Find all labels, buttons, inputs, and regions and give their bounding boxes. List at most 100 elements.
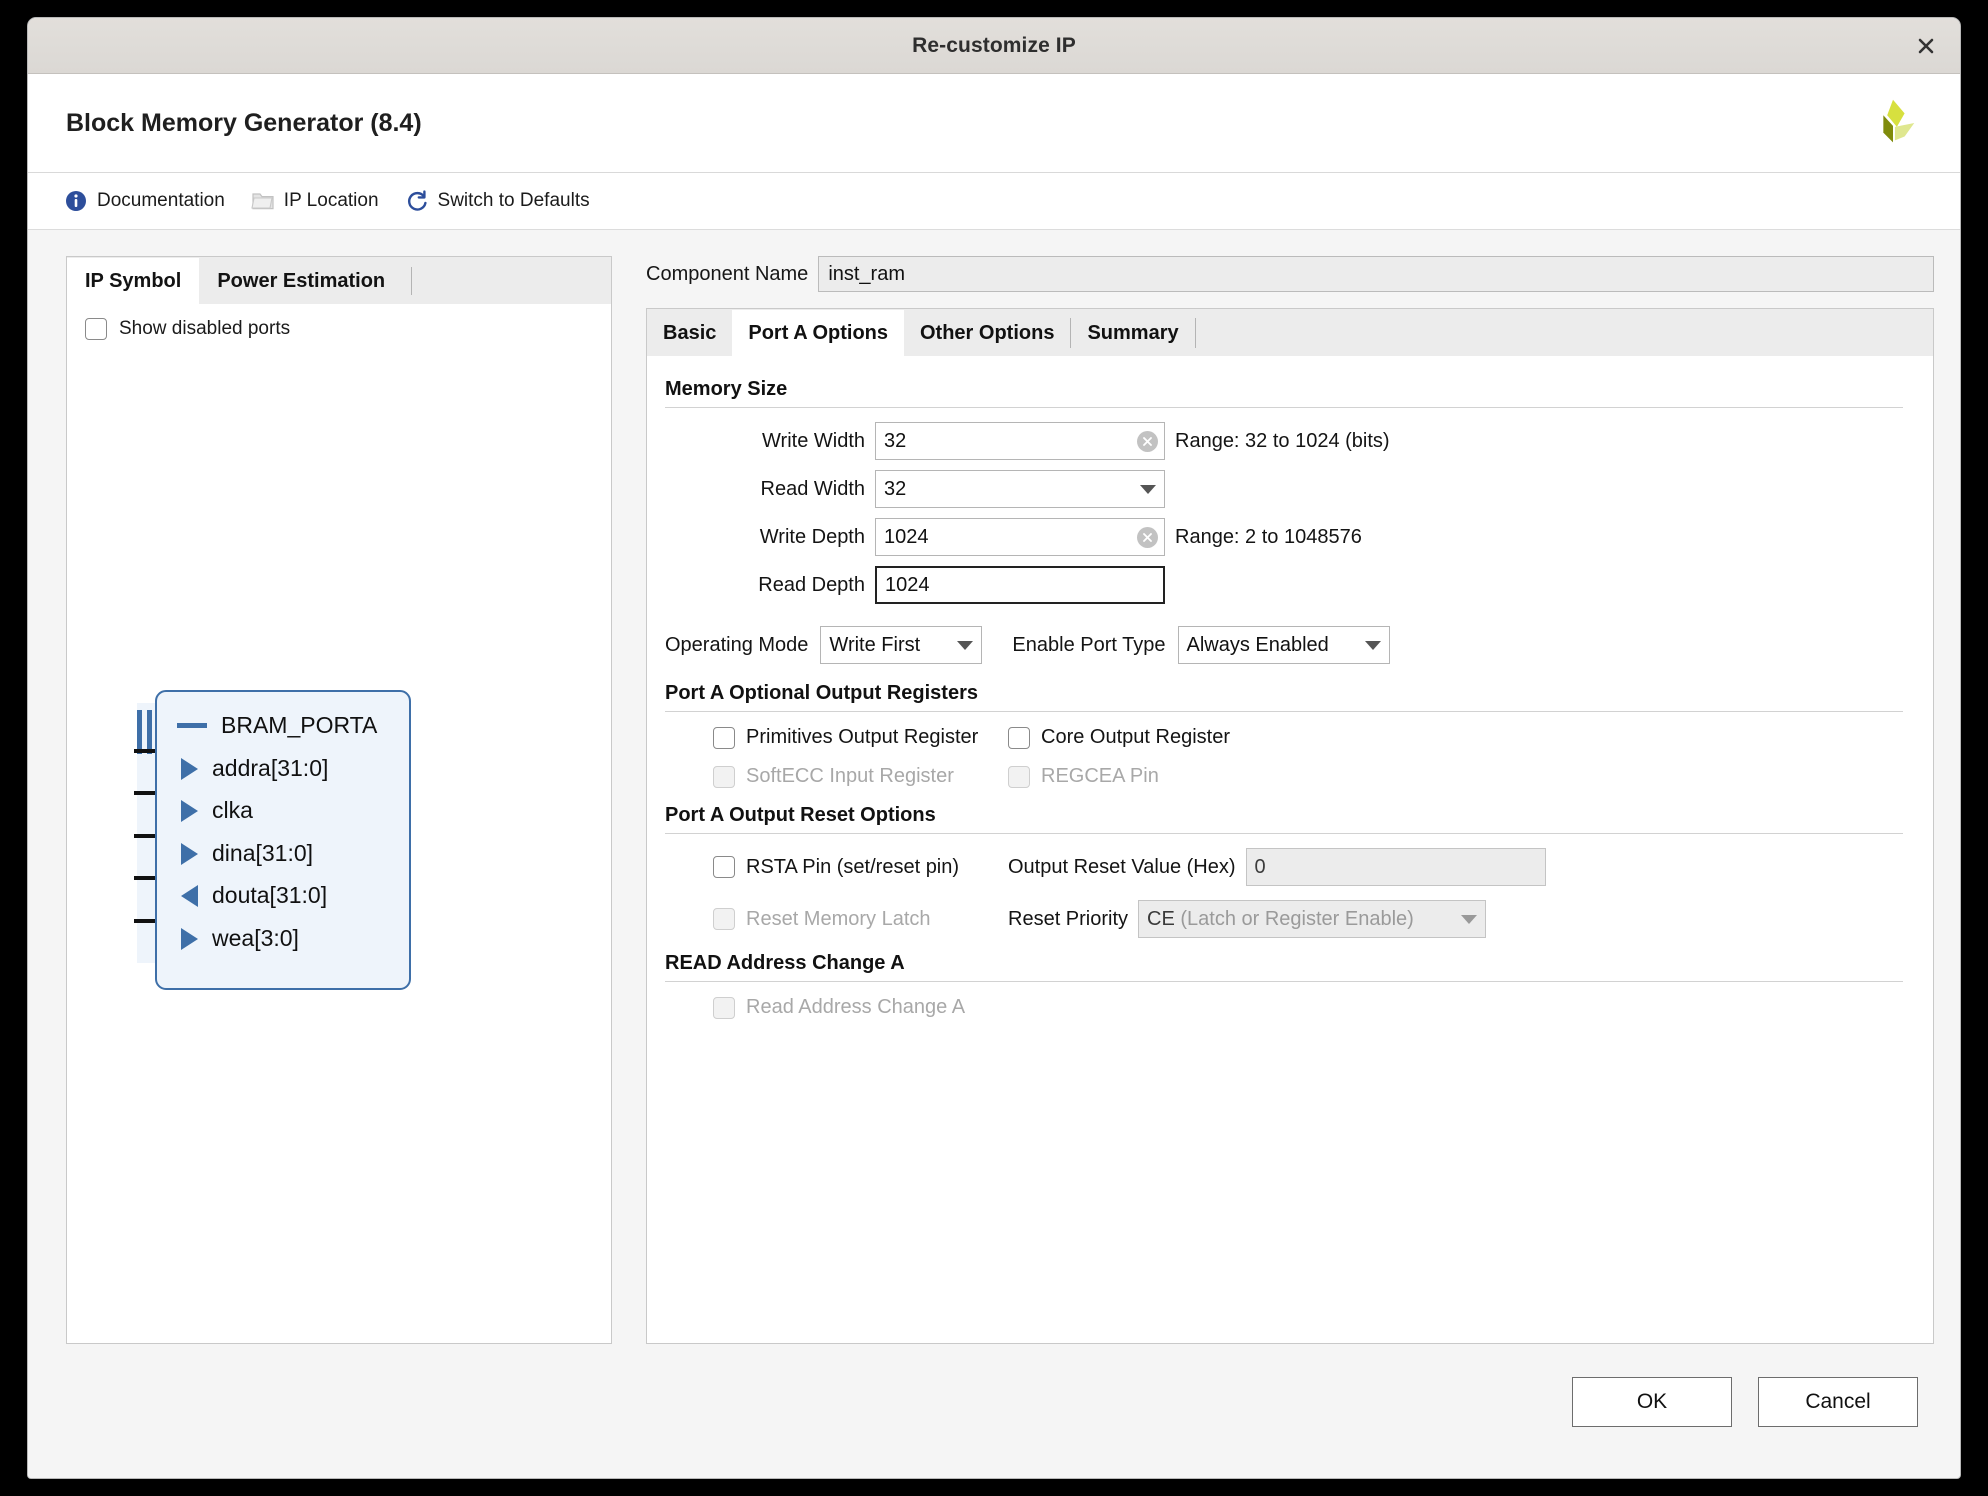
enable-port-type-select[interactable]: Always Enabled — [1177, 626, 1390, 664]
tab-basic-label: Basic — [663, 321, 717, 344]
output-reset-value: 0 — [1254, 855, 1266, 878]
output-registers-section: Port A Optional Output Registers Primiti… — [665, 682, 1903, 788]
tab-summary[interactable]: Summary — [1071, 310, 1194, 356]
clear-field-icon[interactable] — [1137, 430, 1158, 452]
primitives-output-register-item[interactable]: Primitives Output Register — [713, 726, 1008, 749]
component-name-input[interactable]: inst_ram — [818, 256, 1934, 292]
tab-other-options[interactable]: Other Options — [904, 310, 1070, 356]
softecc-input-register-label: SoftECC Input Register — [746, 765, 954, 787]
tab-power-estimation[interactable]: Power Estimation — [199, 258, 403, 304]
output-arrow-icon — [181, 884, 198, 907]
tab-power-estimation-label: Power Estimation — [217, 269, 386, 292]
clear-field-icon[interactable] — [1137, 526, 1158, 548]
read-address-change-item: Read Address Change A — [713, 996, 965, 1019]
port-label: clka — [212, 797, 253, 823]
reset-priority-value: CE (Latch or Register Enable) — [1147, 908, 1461, 931]
tabstrip-divider — [411, 267, 413, 295]
port-label: wea[3:0] — [212, 925, 299, 951]
read-depth-value: 1024 — [885, 573, 930, 596]
write-depth-value: 1024 — [884, 525, 929, 548]
primitives-output-register-checkbox[interactable] — [713, 726, 735, 749]
folder-glyph — [251, 193, 274, 210]
reset-priority-value-rest: (Latch or Register Enable) — [1174, 907, 1414, 930]
reset-memory-latch-label: Reset Memory Latch — [746, 907, 931, 930]
chevron-down-icon — [1461, 914, 1478, 924]
port-label: douta[31:0] — [212, 882, 328, 908]
port-row: dina[31:0] — [181, 840, 313, 867]
rsta-pin-checkbox[interactable] — [713, 856, 735, 878]
close-icon[interactable] — [1909, 29, 1943, 63]
softecc-input-register-checkbox — [713, 765, 735, 788]
section-divider — [665, 407, 1903, 408]
output-reset-section: Port A Output Reset Options RSTA Pin (se… — [665, 804, 1903, 938]
rsta-pin-item[interactable]: RSTA Pin (set/reset pin) — [713, 856, 1008, 879]
regcea-pin-checkbox — [1008, 765, 1030, 788]
enable-port-type-label: Enable Port Type — [1012, 633, 1166, 656]
tabstrip-divider — [1194, 318, 1196, 348]
write-width-input[interactable]: 32 — [875, 422, 1165, 460]
ok-button[interactable]: OK — [1572, 1377, 1732, 1427]
close-glyph — [1918, 38, 1934, 53]
input-arrow-icon — [181, 927, 198, 950]
cancel-button-label: Cancel — [1805, 1390, 1871, 1413]
operating-mode-select[interactable]: Write First — [820, 626, 983, 664]
info-icon — [64, 189, 88, 213]
rsta-pin-label: RSTA Pin (set/reset pin) — [746, 855, 960, 878]
read-depth-input[interactable]: 1024 — [875, 566, 1165, 604]
tab-ip-symbol[interactable]: IP Symbol — [67, 258, 200, 304]
reset-memory-latch-checkbox — [713, 908, 735, 930]
chevron-down-icon — [1140, 484, 1156, 494]
port-label: dina[31:0] — [212, 840, 314, 866]
input-arrow-icon — [181, 842, 198, 865]
product-header: Block Memory Generator (8.4) — [28, 74, 1960, 173]
write-width-label: Write Width — [762, 429, 865, 452]
bram-porta-block: BRAM_PORTA addra[31:0] clka dina[31:0] d… — [155, 690, 411, 990]
bus-port-label: BRAM_PORTA — [221, 712, 378, 738]
write-depth-row: Write Depth 1024 Range: 2 to 1048576 — [665, 518, 1903, 556]
output-reset-value-input: 0 — [1245, 848, 1546, 886]
recustomize-ip-dialog: Re-customize IP Block Memory Generator (… — [27, 17, 1961, 1479]
ip-location-label: IP Location — [283, 190, 379, 211]
read-depth-label: Read Depth — [758, 573, 865, 596]
section-divider — [665, 711, 1903, 712]
tab-port-a-options[interactable]: Port A Options — [732, 310, 904, 356]
toolbar: Documentation IP Location Switch to Defa… — [28, 173, 1960, 230]
write-width-row: Write Width 32 Range: 32 to 1024 (bits) — [665, 422, 1903, 460]
enable-port-type-value: Always Enabled — [1186, 633, 1329, 656]
read-address-change-section: READ Address Change A Read Address Chang… — [665, 952, 1903, 1019]
reset-memory-latch-row: Reset Memory Latch Reset Priority CE (La… — [665, 900, 1903, 938]
read-width-select[interactable]: 32 — [875, 470, 1165, 508]
clear-glyph — [1143, 436, 1152, 446]
show-disabled-ports-checkbox[interactable] — [85, 318, 107, 340]
ip-symbol-diagram: BRAM_PORTA addra[31:0] clka dina[31:0] d… — [67, 340, 611, 1343]
clear-glyph — [1143, 532, 1152, 542]
xilinx-logo-icon — [1864, 94, 1922, 152]
reset-memory-latch-item: Reset Memory Latch — [713, 908, 1008, 931]
write-depth-input[interactable]: 1024 — [875, 518, 1165, 556]
refresh-glyph — [407, 190, 427, 211]
primitives-output-register-label: Primitives Output Register — [746, 726, 979, 748]
tab-basic[interactable]: Basic — [647, 310, 732, 356]
operating-mode-row: Operating Mode Write First Enable Port T… — [665, 626, 1903, 664]
options-tabstrip: Basic Port A Options Other Options Summa… — [646, 308, 1934, 356]
left-tabstrip: IP Symbol Power Estimation — [66, 256, 612, 304]
title-bar: Re-customize IP — [28, 18, 1960, 74]
tab-summary-label: Summary — [1087, 321, 1179, 344]
ip-symbol-panel: Show disabled ports BRAM_PORTA addra[31:… — [66, 304, 612, 1344]
tab-other-options-label: Other Options — [920, 321, 1055, 344]
documentation-button[interactable]: Documentation — [64, 189, 225, 213]
cancel-button[interactable]: Cancel — [1758, 1377, 1918, 1427]
switch-to-defaults-button[interactable]: Switch to Defaults — [405, 189, 590, 213]
core-output-register-checkbox[interactable] — [1008, 726, 1030, 749]
read-address-change-row: Read Address Change A — [665, 996, 1903, 1019]
component-name-label: Component Name — [646, 262, 809, 285]
show-disabled-ports-label: Show disabled ports — [119, 318, 291, 339]
core-output-register-label: Core Output Register — [1041, 726, 1230, 748]
ip-location-button[interactable]: IP Location — [251, 189, 379, 213]
core-output-register-item[interactable]: Core Output Register — [1008, 726, 1230, 749]
reset-priority-label: Reset Priority — [1008, 907, 1129, 930]
folder-icon — [251, 189, 275, 213]
port-row: douta[31:0] — [181, 882, 327, 909]
dialog-footer: OK Cancel — [28, 1344, 1960, 1478]
dialog-body: IP Symbol Power Estimation Show disabled… — [28, 230, 1960, 1344]
